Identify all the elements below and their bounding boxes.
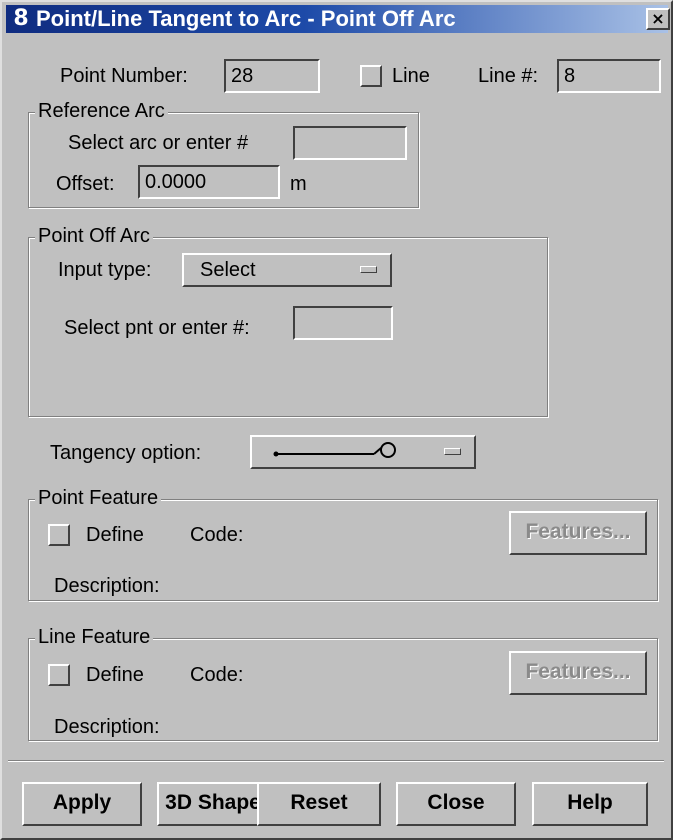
help-button[interactable]: Help	[532, 782, 648, 826]
line-feature-legend: Line Feature	[35, 625, 154, 649]
offset-label: Offset:	[56, 173, 115, 195]
line-feature-define-label: Define	[86, 664, 144, 686]
option-menu-indicator-icon	[360, 266, 377, 273]
reset-button[interactable]: Reset	[257, 782, 381, 826]
select-arc-label: Select arc or enter #	[68, 132, 249, 154]
line-number-label: Line #:	[478, 65, 539, 87]
close-button[interactable]: Close	[396, 782, 516, 826]
select-point-label: Select pnt or enter #:	[64, 317, 250, 339]
line-feature-code-label: Code:	[190, 664, 244, 686]
offset-value: 0.0000	[145, 171, 207, 193]
point-features-button[interactable]: Features...	[509, 511, 647, 555]
window-title: Point/Line Tangent to Arc - Point Off Ar…	[36, 6, 456, 31]
offset-field[interactable]: 0.0000	[138, 165, 280, 199]
close-icon: ×	[651, 9, 665, 28]
option-menu-indicator-icon	[444, 448, 461, 455]
select-point-field[interactable]	[293, 306, 393, 340]
point-feature-description-label: Description:	[54, 575, 160, 597]
line-feature-description-label: Description:	[54, 716, 160, 738]
close-window-button[interactable]: ×	[646, 8, 670, 30]
line-checkbox-label: Line	[392, 65, 430, 87]
tangency-option-label: Tangency option:	[50, 442, 202, 464]
tangency-option-dropdown[interactable]	[250, 435, 476, 469]
app-logo-icon: 8	[13, 6, 29, 31]
title-bar[interactable]: 8 Point/Line Tangent to Arc - Point Off …	[6, 5, 670, 33]
line-features-button[interactable]: Features...	[509, 651, 647, 695]
line-number-field[interactable]: 8	[557, 59, 661, 93]
button-separator	[8, 760, 664, 762]
offset-unit: m	[290, 173, 307, 195]
point-off-arc-legend: Point Off Arc	[35, 224, 153, 248]
select-arc-field[interactable]	[293, 126, 407, 160]
reference-arc-legend: Reference Arc	[35, 99, 168, 123]
input-type-value: Select	[200, 259, 256, 281]
line-to-circle-icon	[273, 442, 396, 458]
point-feature-legend: Point Feature	[35, 486, 162, 510]
point-number-value: 28	[231, 65, 254, 87]
point-feature-define-label: Define	[86, 524, 144, 546]
point-number-field[interactable]: 28	[224, 59, 320, 93]
line-number-value: 8	[564, 65, 576, 87]
line-feature-define-checkbox[interactable]	[48, 664, 70, 686]
3d-shape-button[interactable]: 3D Shape	[157, 782, 269, 826]
input-type-label: Input type:	[58, 259, 152, 281]
apply-button[interactable]: Apply	[22, 782, 142, 826]
point-feature-define-checkbox[interactable]	[48, 524, 70, 546]
point-number-label: Point Number:	[60, 65, 188, 87]
point-feature-code-label: Code:	[190, 524, 244, 546]
input-type-dropdown[interactable]: Select	[182, 253, 392, 287]
dialog-window: 8 Point/Line Tangent to Arc - Point Off …	[0, 0, 673, 840]
line-checkbox[interactable]	[360, 65, 382, 87]
